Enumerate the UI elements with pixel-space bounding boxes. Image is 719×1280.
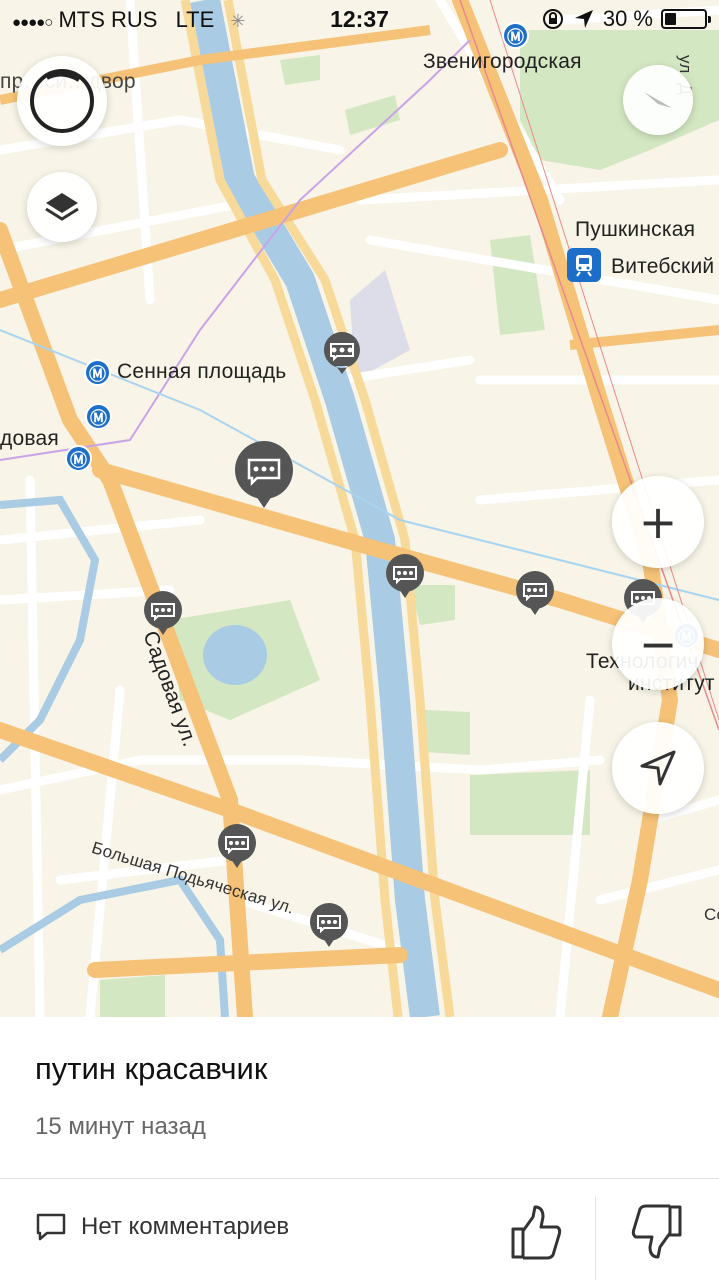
post-time: 15 минут назад: [35, 1113, 206, 1140]
rotation-lock-icon: [542, 9, 563, 29]
metro-icon: Ⓜ: [65, 445, 92, 472]
comment-marker-icon[interactable]: [385, 553, 425, 604]
compass-button[interactable]: [623, 65, 693, 135]
metro-icon: Ⓜ: [84, 359, 111, 386]
metro-icon: Ⓜ: [85, 403, 112, 430]
locate-button[interactable]: [612, 722, 704, 814]
comment-marker-icon[interactable]: [515, 570, 555, 621]
compass-icon: [644, 92, 672, 108]
comment-marker-icon[interactable]: [234, 440, 294, 515]
thumbs-up-icon: [511, 1205, 562, 1260]
location-arrow-icon: [574, 10, 593, 28]
post-panel: путин красавчик 15 минут назад Нет комме…: [0, 1017, 719, 1280]
comments-button[interactable]: Нет комментариев: [35, 1212, 289, 1242]
thumbs-down-icon: [631, 1204, 682, 1259]
comments-label: Нет комментариев: [81, 1213, 290, 1240]
layers-icon: [45, 193, 79, 221]
zoom-in-button[interactable]: +: [612, 476, 704, 568]
profile-button[interactable]: [17, 56, 107, 146]
zoom-out-button[interactable]: −: [612, 598, 704, 690]
locate-icon: [640, 750, 676, 786]
map-label-sennaya: Сенная площадь: [117, 360, 287, 383]
status-bar: ●●●●○ MTS RUS LTE ✳ 12:37 30 %: [0, 0, 719, 40]
battery-percent: 30 %: [602, 6, 653, 31]
comment-marker-icon[interactable]: [322, 330, 362, 381]
layers-button[interactable]: [27, 172, 97, 242]
map-label-vitebsky: Витебский: [611, 255, 715, 278]
map-base: [0, 0, 719, 1017]
divider: [0, 1178, 719, 1179]
status-right: 30 %: [541, 6, 711, 32]
map-label-pushkinskaya: Пушкинская: [575, 218, 696, 241]
minus-icon: −: [638, 617, 678, 671]
like-button[interactable]: [505, 1203, 565, 1263]
map-label-so: Со: [704, 905, 719, 924]
map-label-zvenigorodskaya: Звенигородская: [423, 50, 582, 73]
comment-marker-icon[interactable]: [143, 590, 183, 641]
comment-marker-icon[interactable]: [309, 902, 349, 953]
comment-marker-icon[interactable]: [217, 823, 257, 874]
dislike-button[interactable]: [628, 1201, 688, 1261]
battery-fill: [665, 13, 676, 25]
circle-icon: [30, 69, 94, 133]
plus-icon: +: [638, 495, 678, 549]
comment-icon: [36, 1213, 66, 1241]
train-station-icon: [567, 248, 601, 282]
post-text: путин красавчик: [35, 1051, 268, 1086]
divider: [595, 1197, 596, 1280]
map-view[interactable]: пр…си…двор Звенигородская ул. Д Пушкинск…: [0, 0, 719, 1017]
map-label-sadovaya-station: довая: [0, 427, 59, 450]
battery-icon: [661, 9, 711, 29]
